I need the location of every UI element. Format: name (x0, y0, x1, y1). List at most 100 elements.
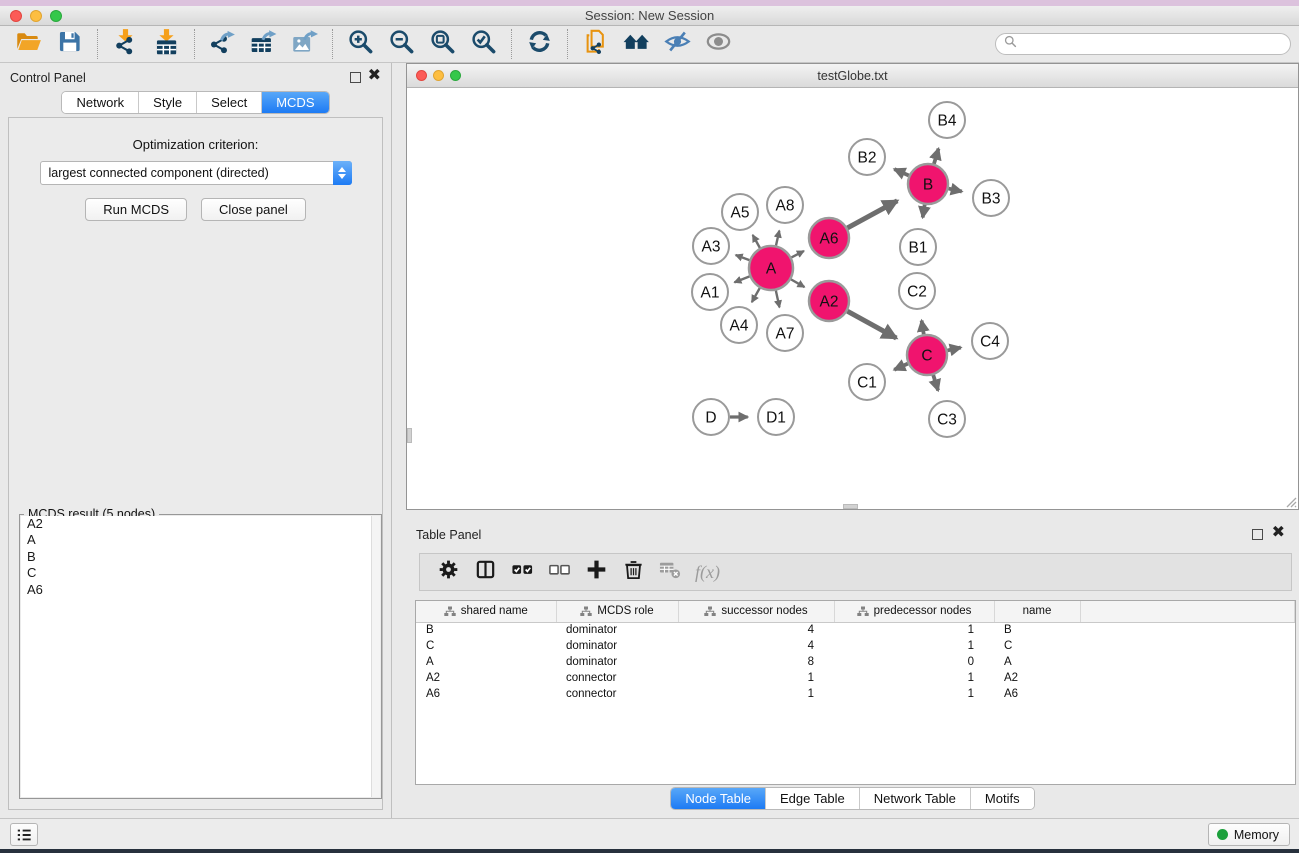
open-button[interactable] (8, 28, 49, 60)
result-list-scrollbar[interactable] (371, 516, 380, 797)
tab-style[interactable]: Style (139, 92, 197, 113)
table-cell[interactable]: 1 (678, 686, 834, 702)
table-cell[interactable]: A6 (994, 686, 1080, 702)
column-header-shared-name[interactable]: shared name (416, 601, 556, 622)
table-cell[interactable]: C (416, 638, 556, 654)
mcds-result-item[interactable]: A (21, 532, 380, 548)
table-tab-network-table[interactable]: Network Table (860, 788, 971, 809)
import-network-button[interactable] (105, 28, 146, 60)
table-row[interactable]: A2connector11A2 (416, 670, 1295, 686)
show-eye-button[interactable] (698, 28, 739, 60)
refresh-button[interactable] (519, 28, 560, 60)
edge-C-C2[interactable] (922, 321, 924, 335)
table-tab-node-table[interactable]: Node Table (671, 788, 766, 809)
table-cell[interactable]: 0 (834, 654, 994, 670)
table-row[interactable]: Cdominator41C (416, 638, 1295, 654)
add-column-button[interactable] (578, 556, 615, 588)
column-header-successor-nodes[interactable]: successor nodes (678, 601, 834, 622)
edge-A-A5[interactable] (753, 235, 760, 248)
export-network-button[interactable] (202, 28, 243, 60)
select-all-button[interactable] (504, 556, 541, 588)
edge-A2-C[interactable] (847, 311, 896, 338)
criterion-dropdown[interactable]: largest connected component (directed) (40, 161, 352, 185)
memory-button[interactable]: Memory (1208, 823, 1290, 846)
column-header-predecessor-nodes[interactable]: predecessor nodes (834, 601, 994, 622)
table-cell[interactable]: A (416, 654, 556, 670)
tab-network[interactable]: Network (62, 92, 139, 113)
table-cell[interactable]: A6 (416, 686, 556, 702)
table-row[interactable]: Adominator80A (416, 654, 1295, 670)
search-input[interactable] (1022, 35, 1290, 53)
table-cell[interactable]: 4 (678, 638, 834, 654)
table-cell[interactable]: connector (556, 686, 678, 702)
table-cell[interactable]: C (994, 638, 1080, 654)
edge-C-C4[interactable] (947, 347, 960, 350)
edge-A-A2[interactable] (791, 279, 804, 287)
close-panel-button[interactable]: Close panel (201, 198, 306, 221)
mcds-result-item[interactable]: A2 (21, 516, 380, 532)
network-canvas[interactable]: B4B2BB3A5A8A6A3B1AA1C2A2A4A7C4CC1C3DD1 (407, 88, 1298, 509)
table-cell[interactable]: 1 (834, 670, 994, 686)
edge-A-A6[interactable] (791, 251, 803, 257)
mcds-result-item[interactable]: A6 (21, 582, 380, 598)
run-mcds-button[interactable]: Run MCDS (85, 198, 187, 221)
column-header-MCDS-role[interactable]: MCDS role (556, 601, 678, 622)
table-panel-close-button[interactable]: ✖ (1272, 524, 1285, 542)
task-history-button[interactable] (10, 823, 38, 846)
table-cell[interactable]: dominator (556, 654, 678, 670)
column-view-button[interactable] (467, 556, 504, 588)
edge-B-B1[interactable] (923, 205, 925, 218)
mcds-result-list[interactable]: A2ABCA6 (21, 516, 380, 797)
save-button[interactable] (49, 28, 90, 60)
mcds-result-item[interactable]: B (21, 549, 380, 565)
table-cell[interactable]: B (994, 622, 1080, 638)
export-table-button[interactable] (243, 28, 284, 60)
zoom-out-button[interactable] (381, 28, 422, 60)
table-cell[interactable]: connector (556, 670, 678, 686)
network-window-titlebar[interactable]: testGlobe.txt (407, 64, 1298, 88)
table-row[interactable]: A6connector11A6 (416, 686, 1295, 702)
zoom-selected-button[interactable] (463, 28, 504, 60)
edge-A-A3[interactable] (736, 255, 750, 260)
table-cell[interactable]: dominator (556, 622, 678, 638)
delete-column-button[interactable] (615, 556, 652, 588)
table-cell[interactable]: 1 (834, 638, 994, 654)
tab-mcds[interactable]: MCDS (262, 92, 328, 113)
clone-network-button[interactable] (575, 28, 616, 60)
zoom-in-button[interactable] (340, 28, 381, 60)
edge-A-A4[interactable] (752, 288, 760, 302)
edge-A6-B[interactable] (847, 201, 897, 228)
table-cell[interactable]: dominator (556, 638, 678, 654)
edge-A-A8[interactable] (776, 231, 779, 246)
table-cell[interactable]: 1 (834, 622, 994, 638)
deselect-all-button[interactable] (541, 556, 578, 588)
zoom-fit-button[interactable] (422, 28, 463, 60)
table-row[interactable]: Bdominator41B (416, 622, 1295, 638)
hide-graphics-button[interactable] (657, 28, 698, 60)
mcds-result-item[interactable]: C (21, 565, 380, 581)
table-tab-motifs[interactable]: Motifs (971, 788, 1034, 809)
table-cell[interactable]: A2 (416, 670, 556, 686)
table-tab-edge-table[interactable]: Edge Table (766, 788, 860, 809)
table-cell[interactable]: A2 (994, 670, 1080, 686)
edge-B-B3[interactable] (948, 189, 961, 192)
edge-C-C3[interactable] (933, 375, 938, 390)
edge-A-A1[interactable] (734, 276, 749, 282)
tab-select[interactable]: Select (197, 92, 262, 113)
home-button[interactable] (616, 28, 657, 60)
edge-B-B4[interactable] (934, 149, 939, 164)
table-cell[interactable]: 4 (678, 622, 834, 638)
edge-B-B2[interactable] (894, 169, 908, 175)
canvas-horizontal-scroll-nub[interactable] (843, 504, 858, 509)
network-graph[interactable]: B4B2BB3A5A8A6A3B1AA1C2A2A4A7C4CC1C3DD1 (407, 88, 1298, 509)
table-cell[interactable]: 8 (678, 654, 834, 670)
canvas-vertical-scroll-nub[interactable] (407, 428, 412, 443)
search-box[interactable] (995, 33, 1291, 55)
export-image-button[interactable] (284, 28, 325, 60)
gear-button[interactable] (430, 556, 467, 588)
table-cell[interactable]: B (416, 622, 556, 638)
column-header-name[interactable]: name (994, 601, 1080, 622)
window-resize-grip[interactable] (1283, 494, 1297, 508)
edge-C-C1[interactable] (894, 364, 908, 370)
control-panel-close-button[interactable]: ✖ (368, 67, 381, 85)
